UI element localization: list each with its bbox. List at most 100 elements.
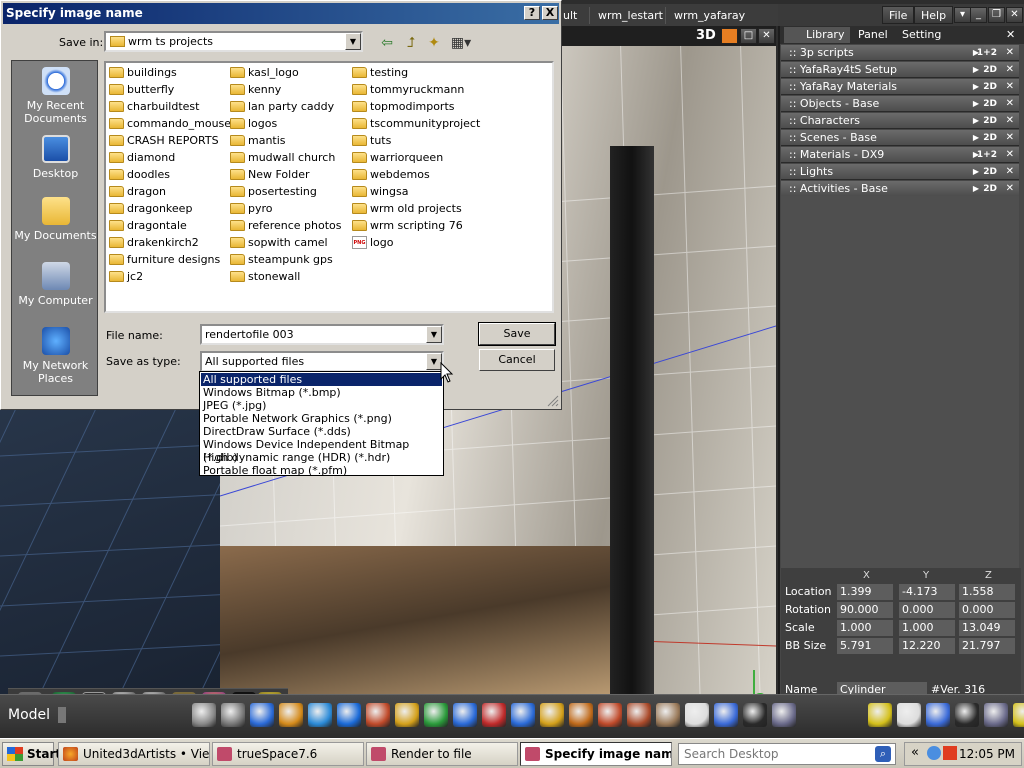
chevron-down-icon[interactable]: ▼ <box>426 326 442 343</box>
cube-blue-icon[interactable] <box>337 703 361 727</box>
desktop-search-input[interactable]: Search Desktop ⌕ <box>678 743 896 765</box>
rotate-icon[interactable] <box>250 703 274 727</box>
cancel-button[interactable]: Cancel <box>479 349 555 371</box>
dropdown-option[interactable]: Portable float map (*.pfm) <box>201 464 442 477</box>
expand-arrow-icon[interactable]: ▶ <box>973 62 979 78</box>
expand-arrow-icon[interactable]: ▶ <box>973 181 979 197</box>
folder-item[interactable]: butterfly <box>108 82 174 97</box>
viewport-close-icon[interactable]: ✕ <box>758 28 775 44</box>
prop-x-field[interactable]: 90.000 <box>837 602 893 618</box>
folder-item[interactable]: tommyruckmann <box>351 82 464 97</box>
folder-item[interactable]: buildings <box>108 65 177 80</box>
folder-item[interactable]: warriorqueen <box>351 150 443 165</box>
library-row[interactable]: :: Lights ▶ 2D ✕ <box>781 164 1019 180</box>
place-recent-documents[interactable]: My Recent Documents <box>12 67 99 125</box>
prop-y-field[interactable]: 12.220 <box>899 638 955 654</box>
prop-y-field[interactable]: 0.000 <box>899 602 955 618</box>
x-axis-icon[interactable] <box>424 703 448 727</box>
new-folder-icon[interactable]: ✦ <box>424 34 444 52</box>
sphere-tool-icon[interactable] <box>598 703 622 727</box>
light-bulb-icon[interactable] <box>868 703 892 727</box>
dropdown-option[interactable]: Portable Network Graphics (*.png) <box>201 412 442 425</box>
dropdown-option[interactable]: JPEG (*.jpg) <box>201 399 442 412</box>
filename-input[interactable]: rendertofile 003 ▼ <box>200 324 444 345</box>
move-icon[interactable] <box>192 703 216 727</box>
prop-z-field[interactable]: 0.000 <box>959 602 1015 618</box>
row-close-icon[interactable]: ✕ <box>1006 45 1014 61</box>
folder-item[interactable]: sopwith camel <box>229 235 328 250</box>
folder-item[interactable]: dragonkeep <box>108 201 192 216</box>
folder-item[interactable]: mantis <box>229 133 286 148</box>
up-folder-icon[interactable]: ⮥ <box>401 34 421 52</box>
prop-y-field[interactable]: -4.173 <box>899 584 955 600</box>
start-button[interactable]: Start <box>2 742 61 766</box>
render-icon[interactable] <box>743 703 767 727</box>
panel-close-icon[interactable]: ✕ <box>1000 27 1021 43</box>
folder-item[interactable]: wrm scripting 76 <box>351 218 463 233</box>
folder-item[interactable]: logos <box>229 116 277 131</box>
row-close-icon[interactable]: ✕ <box>1006 130 1014 146</box>
place-desktop[interactable]: Desktop <box>12 135 99 180</box>
binoculars-icon[interactable] <box>772 703 796 727</box>
library-row[interactable]: :: Objects - Base ▶ 2D ✕ <box>781 96 1019 112</box>
photo-icon[interactable] <box>656 703 680 727</box>
folder-item[interactable]: commando_mouse <box>108 116 231 131</box>
viewport-maximize-icon[interactable]: □ <box>740 28 757 44</box>
folder-item[interactable]: mudwall church <box>229 150 335 165</box>
axis-icon[interactable] <box>395 703 419 727</box>
row-close-icon[interactable]: ✕ <box>1006 113 1014 129</box>
camera-icon[interactable] <box>714 703 738 727</box>
folder-item[interactable]: steampunk gps <box>229 252 333 267</box>
prop-x-field[interactable]: 5.791 <box>837 638 893 654</box>
library-row[interactable]: :: Scenes - Base ▶ 2D ✕ <box>781 130 1019 146</box>
expand-arrow-icon[interactable]: ▶ <box>973 130 979 146</box>
minimize-icon[interactable]: _ <box>970 7 987 23</box>
tool-icon[interactable] <box>540 703 564 727</box>
folder-item[interactable]: furniture designs <box>108 252 220 267</box>
row-close-icon[interactable]: ✕ <box>1006 79 1014 95</box>
dropdown-option[interactable]: Windows Device Independent Bitmap (*.dib… <box>201 438 442 464</box>
material-icon[interactable] <box>627 703 651 727</box>
restore-icon[interactable]: ❐ <box>988 7 1005 23</box>
row-close-icon[interactable]: ✕ <box>1006 62 1014 78</box>
file-item[interactable]: PNG logo <box>351 235 394 250</box>
folder-item[interactable]: wingsa <box>351 184 408 199</box>
folder-item[interactable]: reference photos <box>229 218 341 233</box>
library-row[interactable]: :: Characters ▶ 2D ✕ <box>781 113 1019 129</box>
tab-setting[interactable]: Setting <box>896 27 947 43</box>
taskbar-item-truespace[interactable]: trueSpace7.6 <box>212 742 364 766</box>
tray-search-icon[interactable] <box>927 746 941 760</box>
place-network[interactable]: My Network Places <box>12 327 99 385</box>
folder-item[interactable]: tuts <box>351 133 391 148</box>
tab-library[interactable]: Library <box>784 27 851 43</box>
folder-item[interactable]: webdemos <box>351 167 430 182</box>
y-axis-icon[interactable] <box>453 703 477 727</box>
dropdown-option[interactable]: High dynamic range (HDR) (*.hdr) <box>201 451 442 464</box>
place-my-computer[interactable]: My Computer <box>12 262 99 307</box>
help-button[interactable]: ? <box>524 6 540 20</box>
prop-y-field[interactable]: 1.000 <box>899 620 955 636</box>
undo-icon[interactable] <box>511 703 535 727</box>
back-icon[interactable]: ⇦ <box>377 34 397 52</box>
library-row[interactable]: :: YafaRay Materials ▶ 2D ✕ <box>781 79 1019 95</box>
light2-icon[interactable] <box>1013 703 1024 727</box>
folder-item[interactable]: CRASH REPORTS <box>108 133 219 148</box>
taskbar-item-render[interactable]: Render to file <box>366 742 518 766</box>
prop-x-field[interactable]: 1.000 <box>837 620 893 636</box>
folder-item[interactable]: topmodimports <box>351 99 455 114</box>
row-close-icon[interactable]: ✕ <box>1006 147 1014 163</box>
save-in-combo[interactable]: wrm ts projects ▼ <box>104 31 363 52</box>
tab-wrm-yafaray[interactable]: wrm_yafaray <box>665 7 753 24</box>
view-menu-icon[interactable]: ▦▾ <box>448 34 474 52</box>
folder-item[interactable]: charbuildtest <box>108 99 199 114</box>
row-close-icon[interactable]: ✕ <box>1006 181 1014 197</box>
folder-item[interactable]: posertesting <box>229 184 317 199</box>
camera2-icon[interactable] <box>955 703 979 727</box>
folder-item[interactable]: dragontale <box>108 218 187 233</box>
dialog-titlebar[interactable]: Specify image name ? X <box>3 3 559 24</box>
folder-item[interactable]: dragon <box>108 184 166 199</box>
prop-z-field[interactable]: 1.558 <box>959 584 1015 600</box>
tray-alert-icon[interactable] <box>943 746 957 760</box>
app-close-icon[interactable]: ✕ <box>1006 7 1023 23</box>
library-row[interactable]: :: 3p scripts ▶ 1+2 ✕ <box>781 45 1019 61</box>
